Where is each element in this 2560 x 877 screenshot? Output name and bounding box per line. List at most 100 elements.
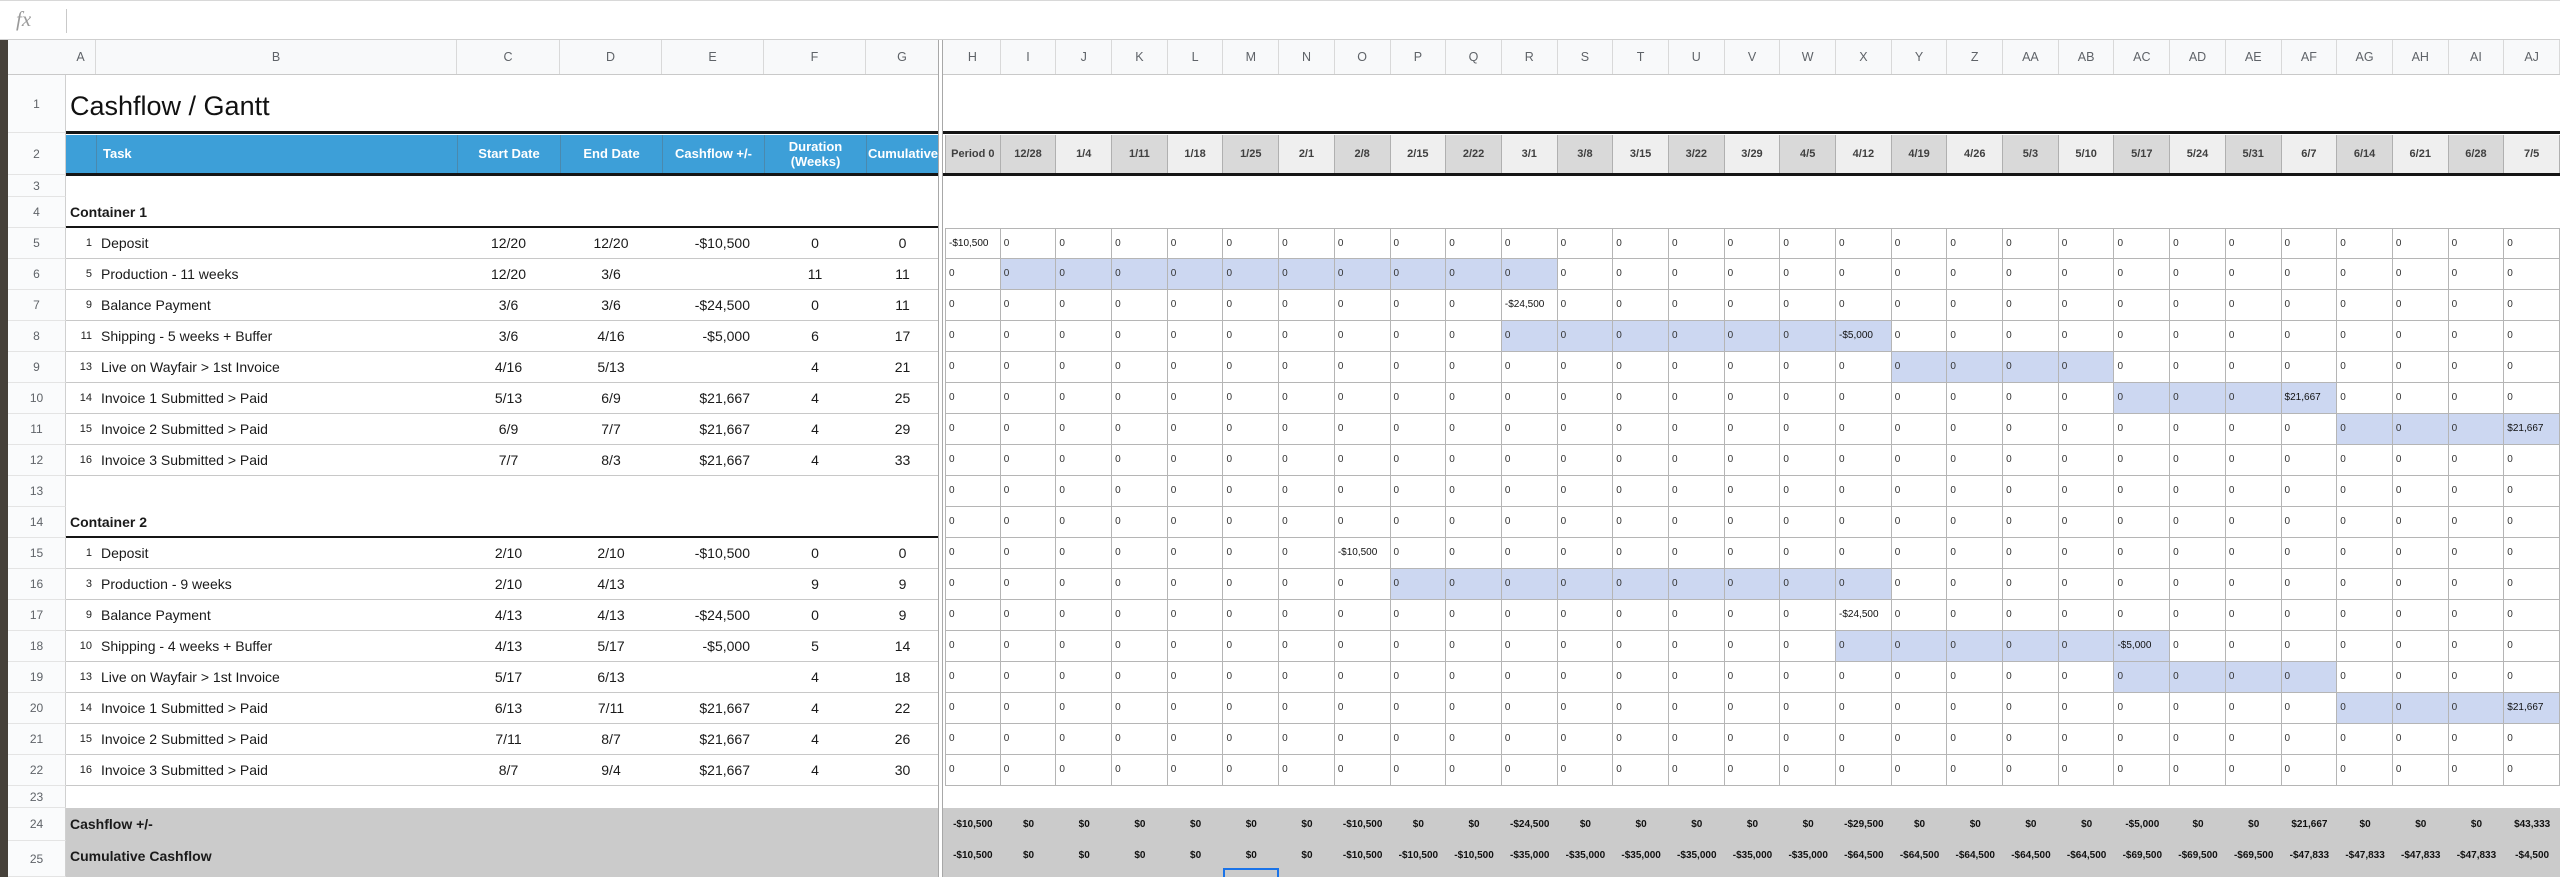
formula-bar[interactable]: fx bbox=[0, 0, 2560, 40]
gantt-cell[interactable]: 0 bbox=[1223, 507, 1279, 538]
period-header-Period-0[interactable]: Period 0 bbox=[945, 135, 1001, 173]
row-header-23[interactable]: 23 bbox=[8, 786, 66, 808]
gantt-cell[interactable]: 0 bbox=[2504, 507, 2560, 538]
task-end-cell[interactable]: 7/7 bbox=[560, 414, 662, 445]
gantt-cell[interactable]: 0 bbox=[1112, 662, 1168, 693]
task-number-cell[interactable]: 14 bbox=[66, 693, 92, 724]
gantt-cell[interactable]: 0 bbox=[1725, 538, 1781, 569]
gantt-cell[interactable]: 0 bbox=[1056, 662, 1112, 693]
column-header-Y[interactable]: Y bbox=[1892, 40, 1948, 74]
gantt-cell[interactable]: 0 bbox=[1892, 755, 1948, 786]
gantt-cell[interactable]: 0 bbox=[1056, 352, 1112, 383]
gantt-cell[interactable]: 0 bbox=[1725, 259, 1781, 290]
column-header-H[interactable]: H bbox=[945, 40, 1001, 74]
gantt-cell[interactable]: 0 bbox=[1279, 352, 1335, 383]
column-header-D[interactable]: D bbox=[560, 40, 662, 74]
gantt-cell[interactable]: 0 bbox=[1279, 228, 1335, 259]
task-cumulative-cell[interactable]: 14 bbox=[866, 631, 939, 662]
task-name-cell[interactable]: Deposit bbox=[101, 228, 457, 259]
gantt-cell[interactable]: 0 bbox=[2170, 693, 2226, 724]
gantt-cell[interactable]: 0 bbox=[2003, 476, 2059, 507]
column-header-O[interactable]: O bbox=[1335, 40, 1391, 74]
gantt-cell[interactable]: 0 bbox=[1056, 631, 1112, 662]
gantt-cell[interactable]: 0 bbox=[1001, 445, 1057, 476]
task-cumulative-cell[interactable]: 0 bbox=[866, 538, 939, 569]
gantt-cell[interactable]: 0 bbox=[2337, 724, 2393, 755]
gantt-cell[interactable]: 0 bbox=[2282, 476, 2338, 507]
gantt-cell[interactable]: 0 bbox=[1613, 600, 1669, 631]
gantt-cell[interactable]: 0 bbox=[2003, 538, 2059, 569]
column-header-C[interactable]: C bbox=[457, 40, 560, 74]
period-header-1-25[interactable]: 1/25 bbox=[1223, 135, 1279, 173]
task-name-cell[interactable]: Shipping - 5 weeks + Buffer bbox=[101, 321, 457, 352]
gantt-cell[interactable]: 0 bbox=[1335, 662, 1391, 693]
gantt-cell[interactable]: 0 bbox=[2449, 724, 2505, 755]
gantt-cell[interactable]: 0 bbox=[2003, 259, 2059, 290]
gantt-cell[interactable]: 0 bbox=[2170, 600, 2226, 631]
task-cashflow-cell[interactable]: -$5,000 bbox=[662, 321, 750, 352]
task-number-cell[interactable]: 13 bbox=[66, 352, 92, 383]
gantt-cell[interactable]: 0 bbox=[2449, 538, 2505, 569]
gantt-cell[interactable]: 0 bbox=[1947, 569, 2003, 600]
task-duration-cell[interactable]: 4 bbox=[764, 352, 866, 383]
gantt-cell[interactable]: 0 bbox=[1335, 693, 1391, 724]
gantt-cell[interactable]: 0 bbox=[1335, 507, 1391, 538]
gantt-cell[interactable]: 0 bbox=[1669, 631, 1725, 662]
gantt-cell[interactable]: 0 bbox=[1947, 259, 2003, 290]
gantt-cell[interactable]: 0 bbox=[1446, 538, 1502, 569]
gantt-cell[interactable]: 0 bbox=[1056, 600, 1112, 631]
gantt-cell[interactable]: 0 bbox=[1780, 445, 1836, 476]
gantt-cell[interactable]: 0 bbox=[2282, 414, 2338, 445]
gantt-cell[interactable]: 0 bbox=[1780, 662, 1836, 693]
gantt-cell[interactable]: 0 bbox=[1001, 352, 1057, 383]
gantt-cell[interactable]: 0 bbox=[2003, 693, 2059, 724]
gantt-bar-cell[interactable]: 0 bbox=[2337, 414, 2393, 445]
gantt-cell[interactable]: 0 bbox=[1001, 507, 1057, 538]
gantt-cell[interactable]: 0 bbox=[1279, 445, 1335, 476]
task-cashflow-cell[interactable]: $21,667 bbox=[662, 693, 750, 724]
task-name-cell[interactable]: Live on Wayfair > 1st Invoice bbox=[101, 662, 457, 693]
gantt-cell[interactable]: 0 bbox=[2449, 290, 2505, 321]
gantt-cell[interactable]: 0 bbox=[2449, 631, 2505, 662]
gantt-cell[interactable]: 0 bbox=[2170, 724, 2226, 755]
period-header-2-15[interactable]: 2/15 bbox=[1391, 135, 1447, 173]
gantt-cell[interactable]: 0 bbox=[1669, 662, 1725, 693]
gantt-cell[interactable]: 0 bbox=[1947, 476, 2003, 507]
task-start-cell[interactable]: 4/16 bbox=[457, 352, 560, 383]
task-cumulative-cell[interactable]: 25 bbox=[866, 383, 939, 414]
gantt-cell[interactable]: 0 bbox=[2449, 507, 2505, 538]
gantt-cell[interactable]: 0 bbox=[1112, 507, 1168, 538]
gantt-cell[interactable]: 0 bbox=[1223, 631, 1279, 662]
gantt-cell[interactable]: 0 bbox=[1502, 538, 1558, 569]
gantt-cell[interactable]: 0 bbox=[1892, 600, 1948, 631]
column-header-I[interactable]: I bbox=[1001, 40, 1057, 74]
gantt-cell[interactable]: 0 bbox=[945, 476, 1001, 507]
gantt-cell[interactable]: 0 bbox=[1725, 631, 1781, 662]
gantt-cell[interactable]: 0 bbox=[1613, 259, 1669, 290]
column-header-S[interactable]: S bbox=[1558, 40, 1614, 74]
period-header-1-4[interactable]: 1/4 bbox=[1056, 135, 1112, 173]
gantt-cell[interactable]: 0 bbox=[1168, 383, 1224, 414]
gantt-cell[interactable]: 0 bbox=[945, 693, 1001, 724]
gantt-cell[interactable]: 0 bbox=[1391, 445, 1447, 476]
gantt-cell[interactable]: 0 bbox=[1836, 290, 1892, 321]
task-cashflow-cell[interactable] bbox=[662, 259, 750, 290]
gantt-cell[interactable]: 0 bbox=[2393, 631, 2449, 662]
gantt-cell[interactable]: 0 bbox=[1613, 414, 1669, 445]
gantt-bar-cell[interactable]: 0 bbox=[1947, 352, 2003, 383]
task-duration-cell[interactable]: 0 bbox=[764, 290, 866, 321]
row-header-10[interactable]: 10 bbox=[8, 383, 66, 414]
gantt-cell[interactable]: 0 bbox=[1836, 662, 1892, 693]
gantt-bar-cell[interactable]: 0 bbox=[1780, 569, 1836, 600]
gantt-cell[interactable]: 0 bbox=[2226, 259, 2282, 290]
row-header-3[interactable]: 3 bbox=[8, 175, 66, 197]
gantt-cell[interactable]: 0 bbox=[1669, 290, 1725, 321]
gantt-cell[interactable]: 0 bbox=[945, 383, 1001, 414]
gantt-cell[interactable]: 0 bbox=[1558, 538, 1614, 569]
column-header-P[interactable]: P bbox=[1391, 40, 1447, 74]
gantt-cell[interactable]: 0 bbox=[1168, 414, 1224, 445]
gantt-cell[interactable]: 0 bbox=[1335, 228, 1391, 259]
gantt-cell[interactable]: 0 bbox=[945, 321, 1001, 352]
gantt-cell[interactable]: 0 bbox=[1947, 383, 2003, 414]
gantt-cell[interactable]: 0 bbox=[1001, 538, 1057, 569]
